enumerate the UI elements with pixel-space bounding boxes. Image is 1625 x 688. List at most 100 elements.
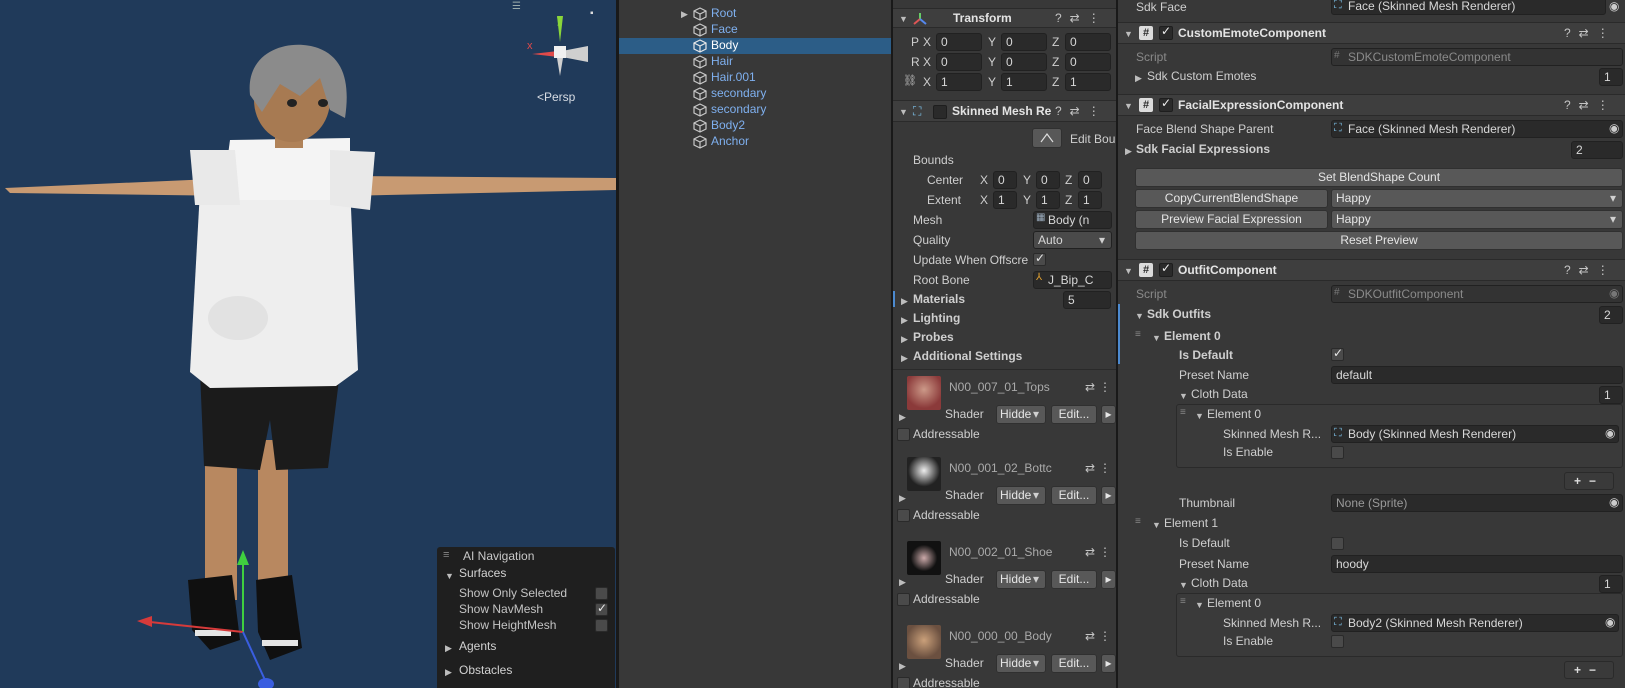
collapse-arrow-icon[interactable]: ▼ bbox=[1124, 266, 1133, 276]
expand-arrow-icon[interactable]: ▶ bbox=[899, 661, 906, 672]
skinned-mesh-renderer-field[interactable]: Body (Skinned Mesh Renderer) bbox=[1331, 425, 1619, 443]
hierarchy-item-face[interactable]: Face bbox=[619, 22, 892, 38]
expand-arrow-icon[interactable]: ▶ bbox=[901, 296, 908, 307]
preset-name-input[interactable]: hoody bbox=[1331, 555, 1623, 573]
sdk-face-field[interactable]: Face (Skinned Mesh Renderer) bbox=[1331, 0, 1606, 15]
show-heightmesh-checkbox[interactable] bbox=[595, 619, 608, 632]
is-enable-checkbox[interactable] bbox=[1331, 446, 1344, 459]
collapse-arrow-icon[interactable]: ▼ bbox=[1195, 411, 1204, 421]
sdk-outfits-foldout[interactable]: Sdk Outfits bbox=[1147, 307, 1211, 321]
expand-arrow-icon[interactable]: ▶ bbox=[899, 493, 906, 504]
collapse-arrow-icon[interactable]: ▼ bbox=[1124, 101, 1133, 111]
hierarchy-item-root[interactable]: ▶ Root bbox=[619, 6, 892, 22]
object-picker-icon[interactable]: ◉ bbox=[1609, 0, 1619, 13]
link-scale-icon[interactable]: ⛓ bbox=[903, 74, 917, 87]
hierarchy-item-hair-001[interactable]: Hair.001 bbox=[619, 70, 892, 86]
material-thumbnail[interactable] bbox=[907, 457, 941, 491]
expand-arrow-icon[interactable]: ▶ bbox=[1135, 73, 1142, 84]
more-button[interactable]: ▸ bbox=[1101, 405, 1116, 424]
cloth-count-field[interactable]: 1 bbox=[1599, 575, 1623, 593]
material-menu-icons[interactable]: ⇄⋮ bbox=[1085, 380, 1115, 394]
skinned-mesh-renderer-header[interactable]: ▼ ⛶ Skinned Mesh Re ?⇄⋮ bbox=[893, 100, 1116, 122]
material-thumbnail[interactable] bbox=[907, 625, 941, 659]
set-blendshape-count-button[interactable]: Set BlendShape Count bbox=[1135, 168, 1623, 187]
component-menu-icons[interactable]: ?⇄⋮ bbox=[1564, 98, 1617, 112]
expand-arrow-icon[interactable]: ▶ bbox=[901, 334, 908, 345]
expand-arrow-icon[interactable]: ▶ bbox=[681, 9, 688, 20]
lock-icon[interactable]: ▪ bbox=[590, 8, 594, 19]
hierarchy-item-body2[interactable]: Body2 bbox=[619, 118, 892, 134]
center-x-field[interactable]: 0 bbox=[993, 171, 1017, 189]
material-thumbnail[interactable] bbox=[907, 541, 941, 575]
scale-y-field[interactable]: 1 bbox=[1001, 73, 1047, 91]
drag-handle-icon[interactable]: ≡ bbox=[1135, 329, 1141, 340]
expand-arrow-icon[interactable]: ▶ bbox=[899, 577, 906, 588]
object-picker-icon[interactable]: ◉ bbox=[1609, 495, 1619, 509]
lighting-foldout[interactable]: Lighting bbox=[913, 311, 960, 325]
facial-expression-header[interactable]: ▼ # FacialExpressionComponent ?⇄⋮ bbox=[1118, 94, 1625, 116]
outfit-element-label[interactable]: Element 1 bbox=[1164, 516, 1218, 530]
collapse-arrow-icon[interactable]: ▼ bbox=[1152, 520, 1161, 530]
edit-shader-button[interactable]: Edit... bbox=[1051, 570, 1097, 589]
preset-name-input[interactable]: default bbox=[1331, 366, 1623, 384]
more-button[interactable]: ▸ bbox=[1101, 570, 1116, 589]
expand-arrow-icon[interactable]: ▶ bbox=[901, 315, 908, 326]
cloth-element-label[interactable]: Element 0 bbox=[1207, 596, 1261, 610]
rotation-y-field[interactable]: 0 bbox=[1001, 53, 1047, 71]
more-button[interactable]: ▸ bbox=[1101, 654, 1116, 673]
transform-header[interactable]: ▼ Transform ?⇄⋮ bbox=[893, 8, 1116, 28]
rotation-x-field[interactable]: 0 bbox=[936, 53, 982, 71]
materials-count-field[interactable]: 5 bbox=[1063, 291, 1111, 309]
hamburger-icon[interactable]: ☰ bbox=[512, 1, 521, 12]
thumbnail-field[interactable]: None (Sprite) bbox=[1331, 494, 1623, 512]
outfits-count-field[interactable]: 2 bbox=[1599, 306, 1623, 324]
collapse-arrow-icon[interactable]: ▼ bbox=[445, 571, 454, 581]
edit-shader-button[interactable]: Edit... bbox=[1051, 405, 1097, 424]
root-bone-field[interactable]: J_Bip_C bbox=[1033, 271, 1112, 289]
expand-arrow-icon[interactable]: ▶ bbox=[899, 412, 906, 423]
material-menu-icons[interactable]: ⇄⋮ bbox=[1085, 629, 1115, 643]
cloth-element-label[interactable]: Element 0 bbox=[1207, 407, 1261, 421]
drag-handle-icon[interactable]: ≡ bbox=[1180, 596, 1186, 607]
collapse-arrow-icon[interactable]: ▼ bbox=[1124, 29, 1133, 39]
hierarchy-item-secondary[interactable]: secondary bbox=[619, 86, 892, 102]
show-only-selected-checkbox[interactable] bbox=[595, 587, 608, 600]
extent-z-field[interactable]: 1 bbox=[1078, 191, 1102, 209]
object-picker-icon[interactable]: ◉ bbox=[1605, 615, 1615, 629]
preview-expression-dropdown[interactable]: Happy bbox=[1331, 210, 1623, 229]
surfaces-foldout[interactable]: Surfaces bbox=[459, 566, 506, 580]
more-button[interactable]: ▸ bbox=[1101, 486, 1116, 505]
expand-arrow-icon[interactable]: ▶ bbox=[445, 643, 452, 654]
drag-handle-icon[interactable]: ≡ bbox=[443, 549, 449, 561]
collapse-arrow-icon[interactable]: ▼ bbox=[1179, 391, 1188, 401]
is-default-checkbox[interactable] bbox=[1331, 537, 1344, 550]
cloth-count-field[interactable]: 1 bbox=[1599, 386, 1623, 404]
obstacles-foldout[interactable]: Obstacles bbox=[459, 663, 512, 677]
cloth-data-foldout[interactable]: Cloth Data bbox=[1191, 387, 1248, 401]
outfit-element-label[interactable]: Element 0 bbox=[1164, 329, 1221, 343]
collapse-arrow-icon[interactable]: ▼ bbox=[899, 14, 908, 24]
addressable-checkbox[interactable] bbox=[897, 677, 910, 688]
component-menu-icons[interactable]: ?⇄⋮ bbox=[1055, 11, 1108, 25]
emotes-count-field[interactable]: 1 bbox=[1599, 68, 1623, 86]
rotation-z-field[interactable]: 0 bbox=[1065, 53, 1111, 71]
materials-foldout[interactable]: Materials bbox=[913, 292, 965, 306]
hierarchy-item-body[interactable]: Body bbox=[619, 38, 892, 54]
center-z-field[interactable]: 0 bbox=[1078, 171, 1102, 189]
show-navmesh-checkbox[interactable] bbox=[595, 601, 608, 616]
object-picker-icon[interactable]: ◉ bbox=[1605, 426, 1615, 440]
addressable-checkbox[interactable] bbox=[897, 509, 910, 522]
face-blend-shape-parent-field[interactable]: Face (Skinned Mesh Renderer) bbox=[1331, 120, 1623, 138]
position-z-field[interactable]: 0 bbox=[1065, 33, 1111, 51]
position-x-field[interactable]: 0 bbox=[936, 33, 982, 51]
expand-arrow-icon[interactable]: ▶ bbox=[901, 353, 908, 364]
component-menu-icons[interactable]: ?⇄⋮ bbox=[1564, 26, 1617, 40]
collapse-arrow-icon[interactable]: ▼ bbox=[1195, 600, 1204, 610]
edit-shader-button[interactable]: Edit... bbox=[1051, 486, 1097, 505]
scene-view[interactable]: y x <Persp ☰ ▪ ≡ AI Navigation ▼ Surface… bbox=[0, 0, 616, 688]
component-menu-icons[interactable]: ?⇄⋮ bbox=[1564, 263, 1617, 277]
additional-settings-foldout[interactable]: Additional Settings bbox=[913, 349, 1022, 363]
list-add-remove-buttons[interactable]: +− bbox=[1564, 661, 1614, 679]
expand-arrow-icon[interactable]: ▶ bbox=[1125, 146, 1132, 157]
drag-handle-icon[interactable]: ≡ bbox=[1135, 516, 1141, 527]
